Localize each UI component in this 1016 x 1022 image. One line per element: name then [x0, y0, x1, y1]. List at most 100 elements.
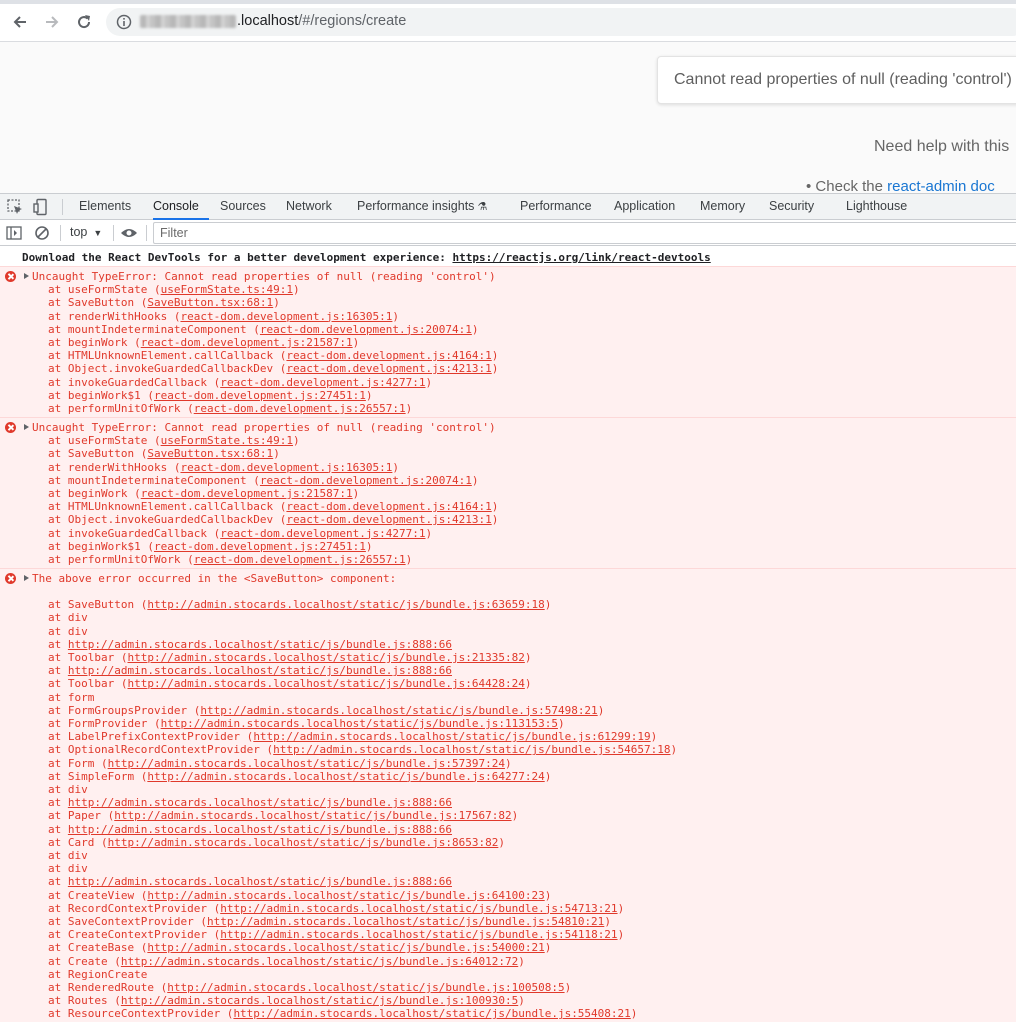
stack-frame: at mountIndeterminateComponent (react-do…: [48, 473, 479, 487]
inspect-element-icon[interactable]: [6, 198, 24, 216]
stack-frame-link[interactable]: http://admin.stocards.localhost/static/j…: [68, 875, 452, 888]
stack-frame-link[interactable]: http://admin.stocards.localhost/static/j…: [68, 796, 452, 809]
stack-frame: at CreateView (http://admin.stocards.loc…: [48, 888, 552, 902]
tab-security[interactable]: Security: [769, 194, 814, 220]
console-info-message: Download the React DevTools for a better…: [0, 250, 1016, 267]
stack-frame-link[interactable]: http://admin.stocards.localhost/static/j…: [147, 598, 544, 611]
stack-frame-link[interactable]: http://admin.stocards.localhost/static/j…: [108, 757, 505, 770]
console-error-message: Uncaught TypeError: Cannot read properti…: [0, 266, 1016, 428]
console-error-message: The above error occurred in the <SaveBut…: [0, 568, 1016, 1022]
stack-frame-link[interactable]: useFormState.ts:49:1: [161, 434, 293, 447]
expand-triangle-icon[interactable]: [24, 424, 29, 430]
stack-frame-link[interactable]: react-dom.development.js:4277:1: [220, 376, 425, 389]
stack-frame-link[interactable]: react-dom.development.js:20074:1: [260, 323, 472, 336]
expand-triangle-icon[interactable]: [24, 273, 29, 279]
stack-frame-link[interactable]: react-dom.development.js:4213:1: [286, 513, 491, 526]
stack-frame-link[interactable]: http://admin.stocards.localhost/static/j…: [253, 730, 650, 743]
stack-frame: at form: [48, 690, 95, 704]
stack-frame-link[interactable]: useFormState.ts:49:1: [161, 283, 293, 296]
stack-frame-link[interactable]: http://admin.stocards.localhost/static/j…: [220, 928, 617, 941]
stack-frame-link[interactable]: http://admin.stocards.localhost/static/j…: [200, 704, 597, 717]
stack-frame-link[interactable]: react-dom.development.js:21587:1: [141, 336, 353, 349]
tab-performance-insights[interactable]: Performance insights ⚗: [357, 194, 487, 220]
device-toolbar-icon[interactable]: [32, 198, 50, 216]
tab-application[interactable]: Application: [614, 194, 675, 220]
stack-frame-link[interactable]: http://admin.stocards.localhost/static/j…: [121, 955, 518, 968]
error-message-text[interactable]: The above error occurred in the <SaveBut…: [32, 572, 396, 585]
tab-network[interactable]: Network: [286, 194, 332, 220]
back-button[interactable]: [6, 8, 34, 36]
stack-frame: at renderWithHooks (react-dom.developmen…: [48, 309, 400, 323]
address-bar: .localhost /#/regions/create: [0, 0, 1016, 42]
stack-frame-link[interactable]: http://admin.stocards.localhost/static/j…: [68, 823, 452, 836]
stack-frame-link[interactable]: http://admin.stocards.localhost/static/j…: [220, 902, 617, 915]
stack-frame: at Form (http://admin.stocards.localhost…: [48, 756, 512, 770]
stack-frame-link[interactable]: react-dom.development.js:4164:1: [286, 349, 491, 362]
stack-frame: at Create (http://admin.stocards.localho…: [48, 954, 525, 968]
stack-frame: at div: [48, 783, 88, 796]
tab-elements[interactable]: Elements: [79, 194, 131, 220]
tab-memory[interactable]: Memory: [700, 194, 745, 220]
stack-frame-link[interactable]: http://admin.stocards.localhost/static/j…: [273, 743, 670, 756]
tab-lighthouse[interactable]: Lighthouse: [846, 194, 907, 220]
context-value: top: [70, 225, 88, 239]
stack-frame-link[interactable]: http://admin.stocards.localhost/static/j…: [167, 981, 564, 994]
stack-frame-link[interactable]: http://admin.stocards.localhost/static/j…: [127, 651, 524, 664]
stack-frame-link[interactable]: http://admin.stocards.localhost/static/j…: [161, 717, 558, 730]
tab-performance[interactable]: Performance: [520, 194, 592, 220]
stack-frame-link[interactable]: react-dom.development.js:16305:1: [180, 461, 392, 474]
expand-triangle-icon[interactable]: [24, 575, 29, 581]
stack-frame-link[interactable]: http://admin.stocards.localhost/static/j…: [147, 941, 544, 954]
react-admin-doc-link[interactable]: react-admin doc: [887, 178, 995, 193]
url-input[interactable]: .localhost /#/regions/create: [106, 8, 1016, 36]
context-select[interactable]: top ▼: [70, 225, 102, 239]
stack-frame: at Card (http://admin.stocards.localhost…: [48, 835, 505, 849]
error-message-text[interactable]: Uncaught TypeError: Cannot read properti…: [32, 421, 496, 434]
tab-console[interactable]: Console: [153, 194, 209, 220]
stack-frame-link[interactable]: http://admin.stocards.localhost/static/j…: [68, 638, 452, 651]
stack-frame-link[interactable]: http://admin.stocards.localhost/static/j…: [147, 770, 544, 783]
error-message-text[interactable]: Uncaught TypeError: Cannot read properti…: [32, 270, 496, 283]
stack-frame: at beginWork$1 (react-dom.development.js…: [48, 539, 373, 553]
stack-frame: at invokeGuardedCallback (react-dom.deve…: [48, 526, 433, 540]
stack-frame-link[interactable]: http://admin.stocards.localhost/static/j…: [114, 809, 511, 822]
stack-frame-link[interactable]: react-dom.development.js:4213:1: [286, 362, 491, 375]
stack-frame-link[interactable]: react-dom.development.js:26557:1: [194, 402, 406, 415]
stack-frame-link[interactable]: SaveButton.tsx:68:1: [147, 296, 273, 309]
sidebar-toggle-icon[interactable]: [5, 224, 23, 242]
stack-frame-link[interactable]: SaveButton.tsx:68:1: [147, 447, 273, 460]
stack-frame: at Paper (http://admin.stocards.localhos…: [48, 809, 519, 823]
stack-frame-link[interactable]: react-dom.development.js:27451:1: [154, 389, 366, 402]
stack-frame-link[interactable]: react-dom.development.js:20074:1: [260, 474, 472, 487]
stack-frame: at performUnitOfWork (react-dom.developm…: [48, 402, 413, 415]
stack-frame: at useFormState (useFormState.ts:49:1): [48, 434, 300, 448]
info-icon[interactable]: [116, 14, 132, 30]
eye-icon[interactable]: [120, 224, 138, 242]
stack-frame: at ResourceContextProvider (http://admin…: [48, 1007, 638, 1021]
stack-frame-link[interactable]: http://admin.stocards.localhost/static/j…: [147, 889, 544, 902]
stack-frame-link[interactable]: http://admin.stocards.localhost/static/j…: [127, 677, 524, 690]
stack-frame: at renderWithHooks (react-dom.developmen…: [48, 460, 400, 474]
react-devtools-link[interactable]: https://reactjs.org/link/react-devtools: [452, 251, 710, 264]
error-notification-text: Cannot read properties of null (reading …: [674, 71, 1012, 88]
stack-frame-link[interactable]: http://admin.stocards.localhost/static/j…: [121, 994, 518, 1007]
stack-frame: at SaveButton (SaveButton.tsx:68:1): [48, 447, 280, 461]
stack-frame: at Toolbar (http://admin.stocards.localh…: [48, 677, 532, 691]
tab-sources[interactable]: Sources: [220, 194, 266, 220]
stack-frame-link[interactable]: react-dom.development.js:4277:1: [220, 527, 425, 540]
stack-frame-link[interactable]: http://admin.stocards.localhost/static/j…: [207, 915, 604, 928]
filter-input[interactable]: Filter: [153, 222, 1016, 244]
toolbar-divider: [60, 225, 61, 241]
stack-frame-link[interactable]: http://admin.stocards.localhost/static/j…: [233, 1007, 630, 1020]
stack-frame-link[interactable]: react-dom.development.js:26557:1: [194, 553, 406, 566]
stack-frame-link[interactable]: react-dom.development.js:27451:1: [154, 540, 366, 553]
stack-frame-link[interactable]: react-dom.development.js:21587:1: [141, 487, 353, 500]
stack-frame-link[interactable]: react-dom.development.js:16305:1: [180, 310, 392, 323]
stack-frame-link[interactable]: react-dom.development.js:4164:1: [286, 500, 491, 513]
reload-button[interactable]: [70, 8, 98, 36]
stack-frame: at useFormState (useFormState.ts:49:1): [48, 283, 300, 297]
forward-button[interactable]: [38, 8, 66, 36]
clear-console-icon[interactable]: [33, 224, 51, 242]
stack-frame-link[interactable]: http://admin.stocards.localhost/static/j…: [108, 836, 499, 849]
stack-frame-link[interactable]: http://admin.stocards.localhost/static/j…: [68, 664, 452, 677]
